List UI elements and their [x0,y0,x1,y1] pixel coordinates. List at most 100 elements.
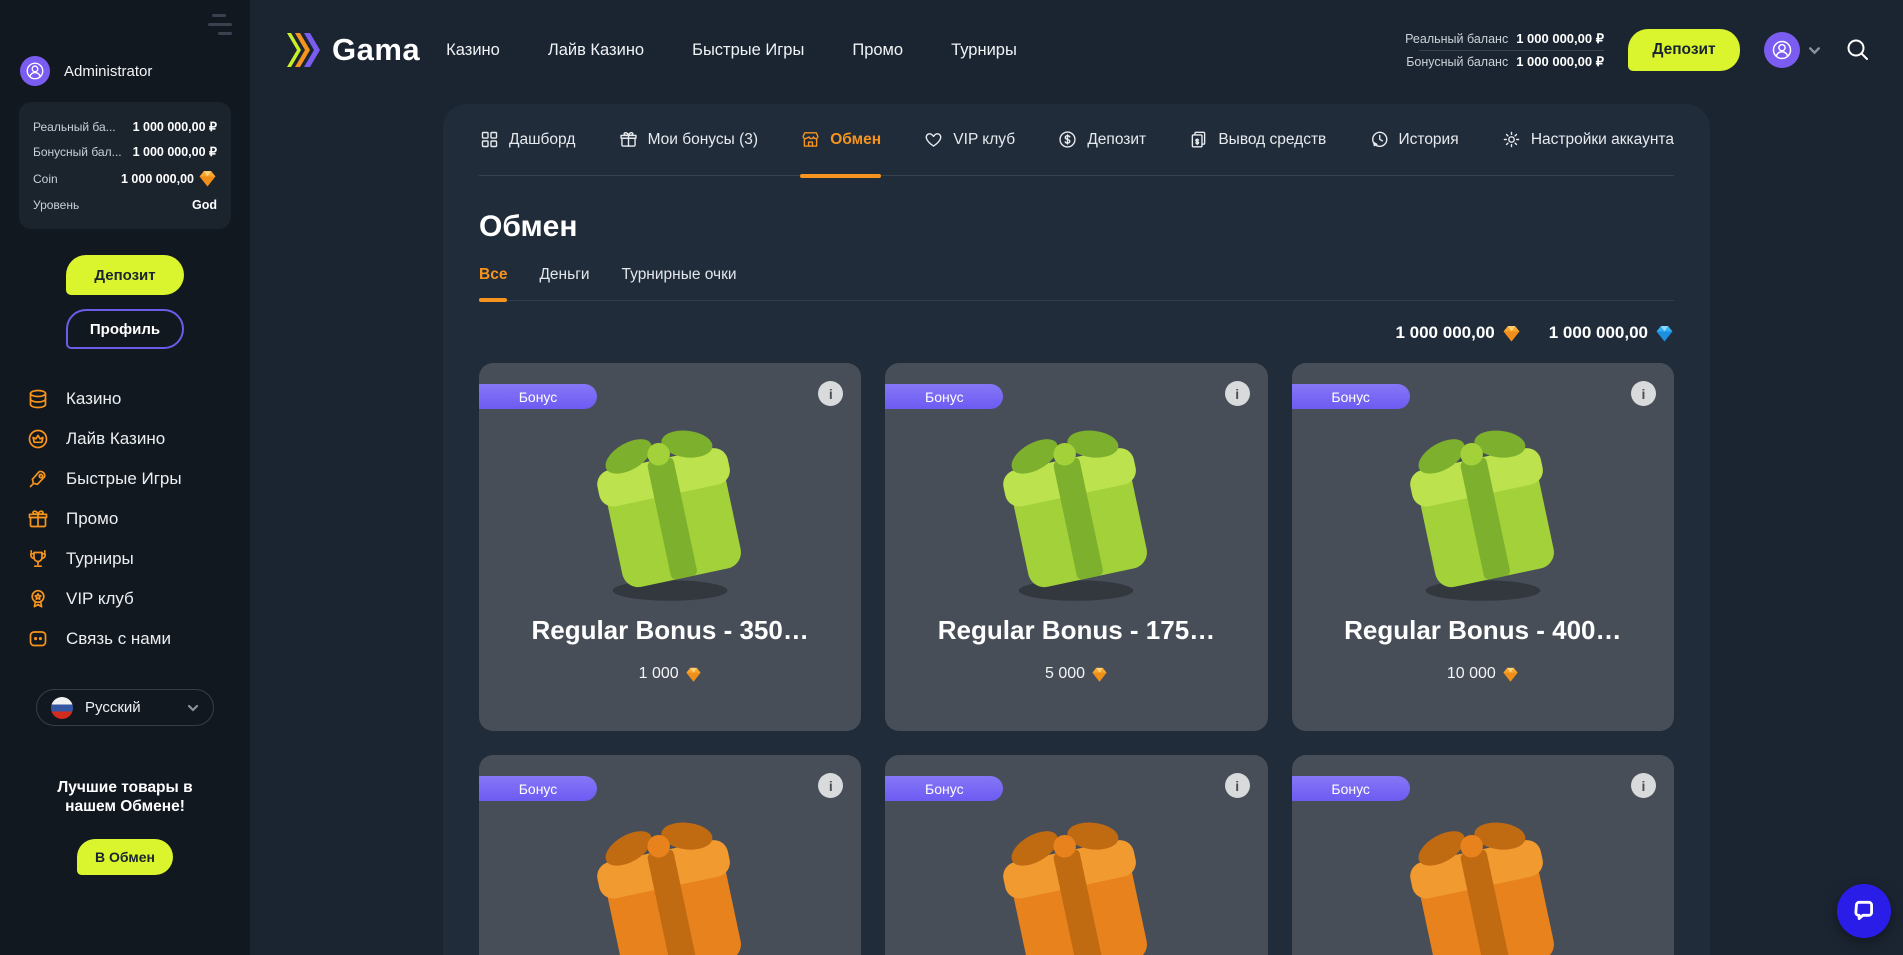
fast-games-icon [26,467,50,491]
gift-box-image [974,797,1179,955]
logo-chevrons-icon [284,29,324,71]
live-casino-icon [26,427,50,451]
balance-label: Реальный ба... [33,120,116,134]
bonus-card[interactable]: Бонус i Regular Bonus - 175… 5 000 [885,363,1267,731]
sidebar-item-label: Турниры [66,549,134,569]
header-balances: Реальный баланс 1 000 000,00 ₽ Бонусный … [1405,28,1604,73]
exchange-filter-tabs: Все Деньги Турнирные очки [479,266,1674,301]
sidebar-item-casino[interactable]: Казино [26,379,224,419]
dashboard-icon [479,129,500,150]
top-nav-fast-games[interactable]: Быстрые Игры [692,41,804,60]
account-panel: Дашборд Мои бонусы (3) Обмен VIP клуб Де… [443,104,1710,955]
tab-exchange[interactable]: Обмен [800,104,881,176]
info-icon[interactable]: i [1225,381,1250,406]
gift-box-image [974,405,1179,610]
tab-dashboard[interactable]: Дашборд [479,104,575,176]
orange-gem-icon [1091,666,1108,683]
russia-flag-icon [51,697,73,719]
balance-row-real: Реальный ба... 1 000 000,00 ₽ [33,114,217,139]
top-nav-live-casino[interactable]: Лайв Казино [548,41,644,60]
filter-tab-all[interactable]: Все [479,266,507,300]
sidebar-item-label: VIP клуб [66,589,134,609]
top-right-group: Реальный баланс 1 000 000,00 ₽ Бонусный … [1405,0,1871,100]
header-bonus-balance: Бонусный баланс 1 000 000,00 ₽ [1406,51,1604,73]
bonus-card[interactable]: Бонус i [1292,755,1674,955]
info-icon[interactable]: i [1225,773,1250,798]
sidebar-item-label: Связь с нами [66,629,171,649]
balance-value: 1 000 000,00 ₽ [133,144,217,159]
chevron-down-icon [1808,44,1821,57]
shop-icon [800,129,821,150]
top-nav: Казино Лайв Казино Быстрые Игры Промо Ту… [446,41,1017,60]
sidebar-item-fast-games[interactable]: Быстрые Игры [26,459,224,499]
bonus-price: 5 000 [885,665,1267,683]
bonus-price: 1 000 [479,665,861,683]
bonus-card[interactable]: Бонус i Regular Bonus - 350… 1 000 [479,363,861,731]
tab-deposit[interactable]: Депозит [1057,104,1146,176]
sidebar-item-label: Быстрые Игры [66,469,182,489]
chevron-down-icon [187,702,199,714]
info-icon[interactable]: i [818,381,843,406]
chat-bubble-icon [1851,898,1877,924]
gift-icon [618,129,639,150]
language-selector[interactable]: Русский [36,689,214,726]
coin-balance: 1 000 000,00 [1395,323,1520,343]
sidebar-profile-button[interactable]: Профиль [66,309,184,349]
tab-my-bonuses[interactable]: Мои бонусы (3) [618,104,758,176]
balance-value: 1 000 000,00 ₽ [133,119,217,134]
go-to-exchange-button[interactable]: В Обмен [77,839,173,875]
top-nav-promo[interactable]: Промо [852,41,903,60]
tab-history[interactable]: История [1369,104,1459,176]
main-area: Gama Казино Лайв Казино Быстрые Игры Про… [250,0,1903,955]
balance-value: 1 000 000,00 [121,172,194,186]
top-nav-casino[interactable]: Казино [446,41,500,60]
sidebar-item-live-casino[interactable]: Лайв Казино [26,419,224,459]
tab-account-settings[interactable]: Настройки аккаунта [1501,104,1674,176]
sidebar-item-label: Казино [66,389,121,409]
gama-logo[interactable]: Gama [284,29,420,71]
sidebar-item-label: Лайв Казино [66,429,165,449]
sidebar-item-tournaments[interactable]: Турниры [26,539,224,579]
balance-value: 1 000 000,00 ₽ [1516,31,1604,47]
account-menu[interactable] [1764,32,1821,68]
sidebar-item-contact[interactable]: Связь с нами [26,619,224,659]
sidebar-collapse-button[interactable] [208,14,234,41]
points-balance: 1 000 000,00 [1549,323,1674,343]
bonus-card[interactable]: Бонус i [479,755,861,955]
sidebar-item-label: Промо [66,509,118,529]
header-deposit-button[interactable]: Депозит [1628,29,1740,71]
info-icon[interactable]: i [1631,381,1656,406]
bonus-card[interactable]: Бонус i [885,755,1267,955]
top-nav-tournaments[interactable]: Турниры [951,41,1017,60]
gift-box-image [1380,405,1585,610]
user-row[interactable]: Administrator [0,56,250,86]
gear-icon [1501,129,1522,150]
user-avatar-icon [1764,32,1800,68]
tab-vip-club[interactable]: VIP клуб [923,104,1015,176]
tab-withdraw[interactable]: Вывод средств [1188,104,1326,176]
sidebar-deposit-button[interactable]: Депозит [66,255,184,295]
vip-icon [26,587,50,611]
bonus-cards-grid: Бонус i Regular Bonus - 350… 1 000 [479,363,1674,955]
search-icon[interactable] [1845,37,1871,63]
balance-label: Coin [33,172,58,186]
sidebar-item-vip-club[interactable]: VIP клуб [26,579,224,619]
bonus-card[interactable]: Бонус i Regular Bonus - 400… 10 000 [1292,363,1674,731]
sidebar-item-promo[interactable]: Промо [26,499,224,539]
bonus-title: Regular Bonus - 175… [885,615,1267,646]
user-name: Administrator [64,63,152,80]
user-avatar-icon [20,56,50,86]
filter-tab-money[interactable]: Деньги [539,266,589,300]
page-title: Обмен [479,210,1674,244]
balance-label: Бонусный баланс [1406,55,1508,69]
info-icon[interactable]: i [1631,773,1656,798]
bonus-title: Regular Bonus - 400… [1292,615,1674,646]
balance-card: Реальный ба... 1 000 000,00 ₽ Бонусный б… [19,102,231,229]
filter-tab-tournament-points[interactable]: Турнирные очки [622,266,737,300]
orange-gem-icon [1502,324,1521,343]
live-chat-button[interactable] [1837,884,1891,938]
language-label: Русский [85,699,175,716]
info-icon[interactable]: i [818,773,843,798]
orange-gem-icon [198,169,217,188]
balance-row-bonus: Бонусный бал... 1 000 000,00 ₽ [33,139,217,164]
